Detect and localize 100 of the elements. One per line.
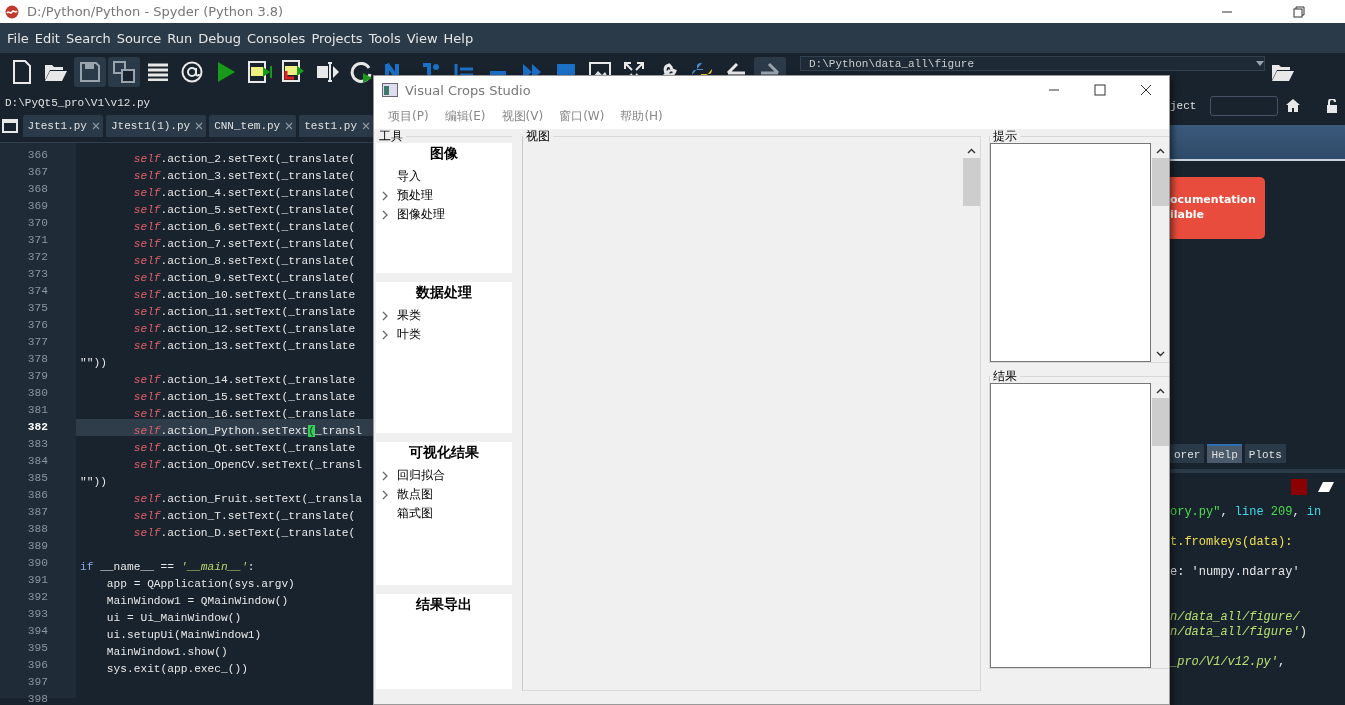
scroll-down-icon[interactable] [1155, 351, 1165, 357]
tree-item[interactable]: 果类 [376, 306, 421, 325]
line-number: 378 [26, 352, 49, 367]
menu-item[interactable]: Edit [31, 30, 63, 46]
code-line: self.action_Python.setText(_transl [132, 424, 362, 439]
menu-item[interactable]: 编辑(E) [436, 108, 494, 125]
working-directory-field[interactable]: D:\Python\data_all\figure [800, 56, 1265, 71]
menu-item[interactable]: Projects [308, 30, 366, 46]
menu-item[interactable]: View [403, 30, 441, 46]
tree-item[interactable]: 散点图 [376, 485, 433, 504]
tree-item[interactable]: 导入 [376, 167, 421, 186]
line-number: 392 [26, 590, 49, 605]
project-field[interactable] [1210, 95, 1279, 116]
new-file-icon[interactable] [11, 59, 33, 84]
scroll-up-icon[interactable] [1155, 148, 1165, 154]
toolbox-heading[interactable]: 图像 [376, 143, 513, 167]
app-window-icon[interactable] [382, 83, 398, 97]
lock-icon[interactable] [1326, 98, 1339, 113]
spyder-logo-icon[interactable] [5, 4, 19, 19]
code-line: self.action_14.setText(_translate [132, 373, 356, 388]
code-line: ui.setupUi(MainWindow1) [105, 628, 262, 643]
toolbox-heading[interactable]: 数据处理 [376, 282, 513, 306]
hint-text-box[interactable] [990, 143, 1152, 362]
save-icon[interactable] [80, 61, 100, 82]
editor-tab[interactable]: CNN_tem.py [209, 115, 297, 137]
pane-tab[interactable]: Plots [1244, 444, 1286, 463]
menu-item[interactable]: 帮助(H) [612, 108, 671, 125]
run-selection-icon[interactable] [316, 60, 340, 83]
line-number: 397 [26, 675, 49, 690]
list-icon[interactable] [147, 62, 169, 81]
tree-item[interactable]: 箱式图 [376, 504, 433, 523]
tree-item[interactable]: 回归拟合 [376, 466, 445, 485]
menu-item[interactable]: Help [440, 30, 477, 46]
toolbox-heading[interactable]: 结果导出 [376, 594, 513, 618]
code-line: self.action_5.setText(_translate( [132, 203, 356, 218]
run-icon[interactable] [216, 60, 236, 83]
scroll-thumb[interactable] [1151, 158, 1169, 206]
at-sign-icon[interactable] [181, 60, 203, 83]
save-all-icon[interactable] [113, 60, 135, 83]
console-line: n/data_all/figure') [1170, 625, 1307, 640]
line-number: 382 [26, 420, 49, 435]
code-line: MainWindow1.show() [105, 645, 228, 660]
line-number: 390 [26, 556, 49, 571]
code-line: self.action_9.setText(_translate( [132, 271, 356, 286]
scroll-thumb[interactable] [962, 158, 980, 206]
line-number: 374 [26, 284, 49, 299]
rerun-icon[interactable] [350, 59, 374, 84]
menu-item[interactable]: Run [164, 30, 196, 46]
scroll-up-icon[interactable] [966, 148, 976, 154]
pane-tab[interactable]: orer [1170, 444, 1205, 463]
toolbox-heading[interactable]: 可视化结果 [376, 442, 513, 466]
menu-item[interactable]: 视图(V) [493, 108, 552, 125]
line-number: 381 [26, 403, 49, 418]
menu-item[interactable]: Tools [365, 30, 404, 46]
line-number: 373 [26, 267, 49, 282]
code-line: self.action_T.setText(_translate( [132, 509, 356, 524]
code-line: self.action_8.setText(_translate( [132, 254, 356, 269]
dropdown-caret-icon[interactable] [1256, 60, 1264, 67]
menu-item[interactable]: File [4, 30, 32, 46]
tree-item[interactable]: 预处理 [376, 186, 433, 205]
group-title: 提示 [992, 129, 1018, 143]
code-line: "")) [80, 356, 107, 371]
tree-item[interactable]: 图像处理 [376, 205, 445, 224]
console-line: e: 'numpy.ndarray' [1170, 565, 1300, 580]
code-line: self.action_13.setText(_translate [132, 339, 356, 354]
menu-item[interactable]: Search [62, 30, 114, 46]
menu-item[interactable]: Consoles [244, 30, 309, 46]
line-number: 377 [26, 335, 49, 350]
code-line: "")) [80, 475, 107, 490]
line-number: 398 [26, 692, 49, 705]
code-line: self.action_16.setText(_translate [132, 407, 356, 422]
code-line: ui = Ui_MainWindow() [105, 611, 242, 626]
pane-tab[interactable]: Help [1207, 444, 1242, 463]
editor-tab[interactable]: Jtest1(1).py [105, 115, 207, 137]
menu-item[interactable]: Debug [195, 30, 244, 46]
eraser-icon[interactable] [1317, 481, 1335, 493]
editor-tab[interactable]: Jtest1.py [22, 115, 103, 137]
restore-icon[interactable] [1293, 5, 1305, 18]
scroll-thumb[interactable] [1151, 398, 1169, 446]
console-line: ory.py", line 209, in [1170, 505, 1322, 520]
home-icon[interactable] [1286, 99, 1301, 112]
run-cell-icon[interactable] [247, 59, 273, 84]
browse-tabs-icon[interactable] [1, 119, 18, 133]
code-line: self.action_D.setText(_translate( [132, 526, 356, 541]
line-number: 370 [26, 216, 49, 231]
scroll-up-icon[interactable] [1155, 388, 1165, 394]
tree-item[interactable]: 叶类 [376, 325, 421, 344]
maximize-icon[interactable] [1094, 84, 1106, 96]
line-number: 388 [26, 522, 49, 537]
menu-item[interactable]: Source [113, 30, 165, 46]
line-number: 391 [26, 573, 49, 588]
menu-item[interactable]: 窗口(W) [551, 108, 613, 125]
editor-tab[interactable]: test1.py [299, 115, 373, 137]
line-number: 394 [26, 624, 49, 639]
close-icon[interactable] [1140, 84, 1152, 96]
code-line: self.action_7.setText(_translate( [132, 237, 356, 252]
code-line: self.action_6.setText(_translate( [132, 220, 356, 235]
scrollbar[interactable] [1151, 383, 1169, 668]
scrollbar[interactable] [1151, 143, 1169, 362]
menu-item[interactable]: 项目(P) [380, 108, 437, 125]
